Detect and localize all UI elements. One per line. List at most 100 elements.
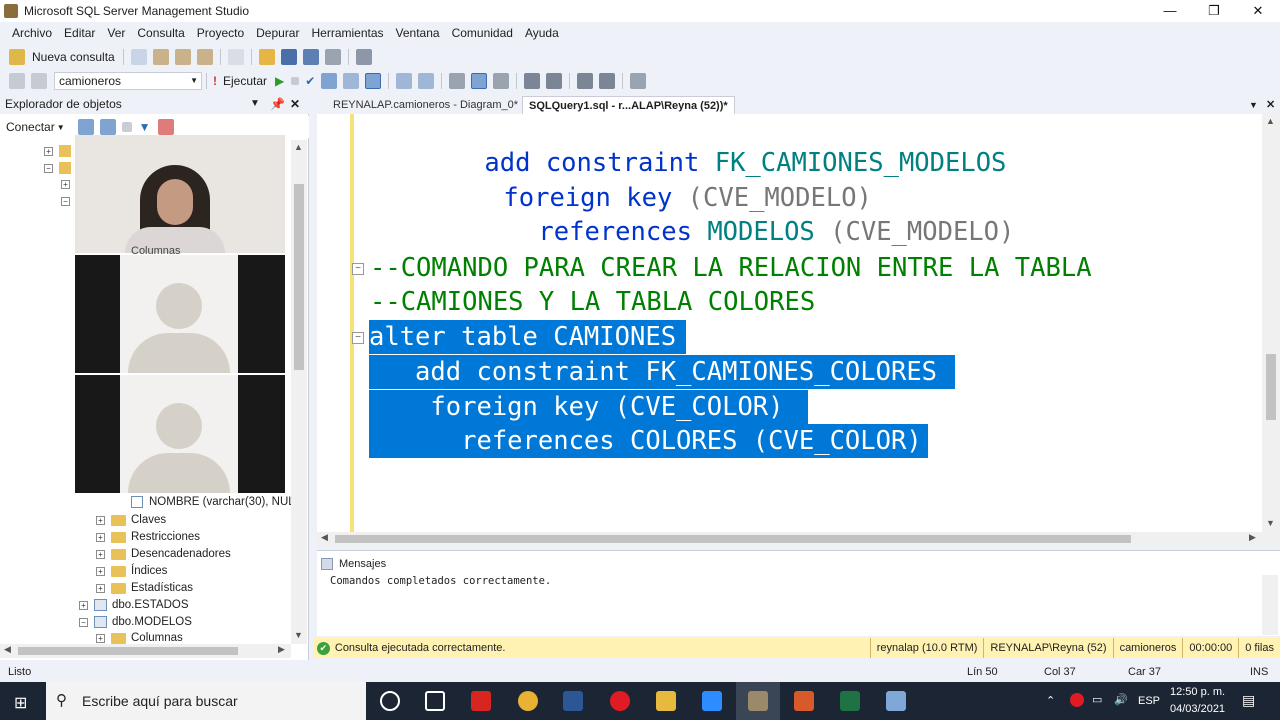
taskbar-search-box[interactable]: ⚲ Escribe aquí para buscar <box>46 682 366 720</box>
battery-icon[interactable]: ▭ <box>1092 693 1102 706</box>
comment-lines-icon[interactable] <box>524 73 541 89</box>
filter-icon[interactable]: ▼ <box>139 120 151 134</box>
refresh-icon[interactable] <box>157 119 174 135</box>
acrobat-icon[interactable] <box>471 691 491 711</box>
display-plan-icon[interactable] <box>321 73 338 89</box>
new-project-icon[interactable] <box>227 49 244 65</box>
tab-messages[interactable]: Mensajes <box>321 555 386 573</box>
menu-editar[interactable]: Editar <box>58 26 101 40</box>
connect-explorer-icon[interactable] <box>77 119 94 135</box>
scroll-up-icon[interactable]: ▲ <box>294 142 303 152</box>
tree-item-modelos[interactable]: − dbo.MODELOS <box>79 616 192 628</box>
scroll-left-icon[interactable]: ◀ <box>4 644 11 655</box>
pin-icon[interactable]: 📌 <box>270 94 285 114</box>
save-all-icon[interactable] <box>302 49 319 65</box>
include-plan-icon[interactable] <box>396 73 413 89</box>
collapse-icon[interactable]: − <box>44 163 53 173</box>
menu-consulta[interactable]: Consulta <box>131 26 190 40</box>
database-select[interactable]: camioneros ▼ <box>54 72 202 90</box>
scroll-down-icon[interactable]: ▼ <box>1266 518 1275 528</box>
new-file-icon[interactable] <box>130 49 147 65</box>
sql-editor[interactable]: − − add constraint FK_CAMIONES_MODELOS f… <box>317 114 1280 532</box>
disconnect-icon[interactable] <box>99 119 116 135</box>
menu-herramientas[interactable]: Herramientas <box>305 26 389 40</box>
expand-icon[interactable]: + <box>96 532 105 542</box>
db-engine-query-icon[interactable] <box>152 49 169 65</box>
minimize-button[interactable]: — <box>1148 0 1192 22</box>
object-explorer-vscroll[interactable]: ▲ ▼ <box>291 140 307 644</box>
tree-item-indices[interactable]: + Índices <box>96 565 167 577</box>
expand-icon[interactable]: + <box>96 633 105 643</box>
cortana-icon[interactable] <box>380 691 400 711</box>
expand-icon[interactable]: + <box>96 583 105 593</box>
menu-depurar[interactable]: Depurar <box>250 26 305 40</box>
ssms-icon[interactable] <box>748 691 768 711</box>
menu-proyecto[interactable]: Proyecto <box>191 26 250 40</box>
word-icon[interactable] <box>563 691 583 711</box>
editor-vscroll-thumb[interactable] <box>1266 354 1276 420</box>
chrome-icon[interactable] <box>518 691 538 711</box>
notepad-icon[interactable] <box>886 691 906 711</box>
intellisense-icon[interactable] <box>365 73 382 89</box>
connect-icon[interactable] <box>9 73 25 89</box>
scroll-right-icon[interactable]: ▶ <box>1249 532 1256 543</box>
expand-icon[interactable]: + <box>61 180 70 189</box>
close-panel-icon[interactable]: ✕ <box>290 94 300 114</box>
tree-item-estadisticas[interactable]: + Estadísticas <box>96 582 193 594</box>
results-grid-icon[interactable] <box>471 73 488 89</box>
cancel-query-icon[interactable] <box>291 77 300 85</box>
messages-vscroll[interactable] <box>1262 575 1278 635</box>
increase-indent-icon[interactable] <box>599 73 616 89</box>
clock-time[interactable]: 12:50 p. m. <box>1170 686 1225 698</box>
expand-icon[interactable]: + <box>96 515 105 525</box>
collapse-icon[interactable]: − <box>79 617 88 627</box>
activity-monitor-icon[interactable] <box>355 49 372 65</box>
debug-icon[interactable]: ▶ <box>275 74 284 88</box>
expand-icon[interactable]: + <box>96 566 105 576</box>
windows-start-icon[interactable]: ⊞ <box>14 693 27 713</box>
zoom-icon[interactable] <box>702 691 722 711</box>
change-connection-icon[interactable] <box>31 73 47 89</box>
chevron-down-icon[interactable]: ▼ <box>57 123 65 132</box>
task-view-icon[interactable] <box>425 691 445 711</box>
volume-icon[interactable]: 🔊 <box>1114 693 1128 706</box>
tray-chevron-icon[interactable]: ⌃ <box>1046 694 1055 707</box>
opera-icon[interactable] <box>610 691 630 711</box>
expand-icon[interactable]: + <box>96 549 105 559</box>
close-button[interactable]: ✕ <box>1236 0 1280 22</box>
clock-date[interactable]: 04/03/2021 <box>1170 703 1225 715</box>
menu-archivo[interactable]: Archivo <box>6 26 58 40</box>
tree-item-column[interactable]: NOMBRE (varchar(30), NULL) <box>131 496 305 508</box>
menu-ayuda[interactable]: Ayuda <box>519 26 565 40</box>
close-tab-icon[interactable]: ✕ <box>1260 96 1280 114</box>
fold-toggle-icon[interactable]: − <box>352 263 364 275</box>
open-file-icon[interactable] <box>258 49 275 65</box>
editor-vscroll[interactable]: ▲ ▼ <box>1262 114 1280 532</box>
panel-dropdown-icon[interactable]: ▼ <box>250 94 260 114</box>
tree-item-columnas[interactable]: + Columnas <box>96 632 183 644</box>
file-explorer-icon[interactable] <box>656 691 676 711</box>
stop-icon[interactable] <box>121 122 132 132</box>
specify-values-icon[interactable] <box>630 73 647 89</box>
results-file-icon[interactable] <box>493 73 510 89</box>
results-text-icon[interactable] <box>449 73 466 89</box>
scroll-left-icon[interactable]: ◀ <box>321 532 328 543</box>
uncomment-lines-icon[interactable] <box>546 73 563 89</box>
mdx-query-icon[interactable] <box>196 49 213 65</box>
new-query-button[interactable]: Nueva consulta <box>32 50 115 64</box>
execute-button[interactable]: Ejecutar <box>223 74 267 88</box>
save-icon[interactable] <box>280 49 297 65</box>
restore-button[interactable]: ❐ <box>1192 0 1236 22</box>
editor-hscroll-thumb[interactable] <box>335 535 1131 543</box>
excel-icon[interactable] <box>840 691 860 711</box>
menu-ver[interactable]: Ver <box>101 26 131 40</box>
scroll-down-icon[interactable]: ▼ <box>294 630 303 640</box>
menu-ventana[interactable]: Ventana <box>390 26 446 40</box>
tray-opera-icon[interactable] <box>1070 693 1084 707</box>
tree-item-desencadenadores[interactable]: + Desencadenadores <box>96 548 231 560</box>
scroll-right-icon[interactable]: ▶ <box>278 644 285 655</box>
expand-icon[interactable]: + <box>44 146 53 156</box>
tree-item-claves[interactable]: + Claves <box>96 514 166 526</box>
input-language[interactable]: ESP <box>1138 695 1160 707</box>
fold-toggle-icon[interactable]: − <box>352 332 364 344</box>
